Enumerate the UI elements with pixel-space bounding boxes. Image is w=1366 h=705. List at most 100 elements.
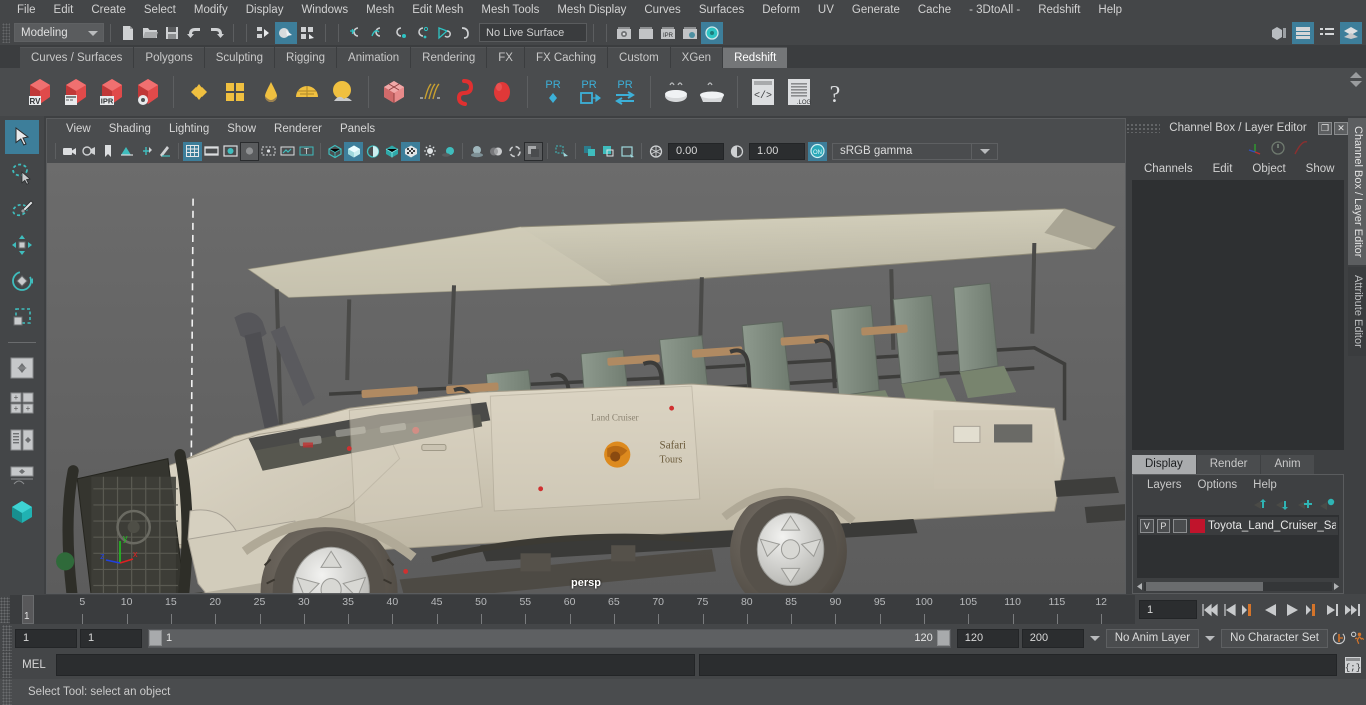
current-time-indicator[interactable]: 1 [22,595,34,624]
lasso-select-tool[interactable] [5,156,39,190]
channel-menu-object[interactable]: Object [1242,163,1295,175]
shelf-tab-fx-caching[interactable]: FX Caching [524,47,608,68]
range-end-field[interactable]: 120 [956,628,1019,648]
undo-icon[interactable] [183,22,205,44]
shelf-scroll-up-icon[interactable] [1350,72,1362,78]
show-hide-tool-settings-icon[interactable] [1316,22,1338,44]
command-output[interactable] [698,654,1337,676]
single-perspective-layout[interactable] [5,351,39,385]
menu-windows[interactable]: Windows [292,0,357,20]
menu-file[interactable]: File [8,0,45,20]
bookmark-icon[interactable] [98,142,117,161]
channel-box-content[interactable] [1132,180,1344,450]
go-to-end-icon[interactable] [1344,602,1362,618]
layer-list-scrollbar[interactable] [1133,580,1343,593]
redshift-material-blender-icon[interactable] [217,72,253,112]
render-current-frame-icon[interactable] [635,22,657,44]
show-hide-channel-box-icon[interactable] [1340,21,1362,44]
redshift-script-icon[interactable]: </> [745,72,781,112]
shelf-tab-rigging[interactable]: Rigging [275,47,337,68]
gamma-field[interactable]: 1.00 [749,142,805,160]
exposure-field[interactable]: 0.00 [668,142,724,160]
layer-tab-display[interactable]: Display [1132,455,1196,474]
select-tool[interactable] [5,120,39,154]
move-layer-up-icon[interactable] [1253,498,1269,511]
shelf-tab-rendering[interactable]: Rendering [411,47,487,68]
open-scene-icon[interactable] [139,22,161,44]
select-by-component-icon[interactable] [297,22,319,44]
redshift-material-icon[interactable] [181,72,217,112]
anim-layer-dropdown-arrow[interactable] [1087,629,1103,648]
redshift-hair-icon[interactable] [412,72,448,112]
paint-select-tool[interactable] [5,192,39,226]
show-hide-modeling-toolkit-icon[interactable] [1268,22,1290,44]
shadows-icon[interactable] [155,142,174,161]
resolution-gate-icon[interactable] [221,142,240,161]
redshift-light-icon[interactable] [253,72,289,112]
hypershade-layout[interactable] [5,495,39,529]
safe-action-icon[interactable] [278,142,297,161]
layer-menu-help[interactable]: Help [1245,479,1285,491]
use-all-lights-icon[interactable] [420,142,439,161]
shelf-scroll-buttons[interactable] [1350,72,1362,87]
redo-icon[interactable] [205,22,227,44]
snap-to-grid-icon[interactable] [345,22,367,44]
range-slider[interactable]: 1 120 [148,628,951,648]
menu-edit[interactable]: Edit [45,0,83,20]
select-by-object-icon[interactable] [275,21,297,44]
redshift-environment-icon[interactable] [325,72,361,112]
command-line-grip[interactable] [2,652,12,678]
menu-display[interactable]: Display [237,0,293,20]
menu-uv[interactable]: UV [809,0,843,20]
move-tool[interactable] [5,228,39,262]
viewport-menu-panels[interactable]: Panels [331,119,384,140]
menu-create[interactable]: Create [82,0,135,20]
color-management-select[interactable]: sRGB gamma [832,142,972,160]
layer-menu-layers[interactable]: Layers [1139,479,1190,491]
twosided-lighting-icon[interactable] [136,142,155,161]
use-default-material-icon[interactable] [382,142,401,161]
xray-joints-icon[interactable] [580,142,599,161]
redshift-dome-light-icon[interactable] [289,72,325,112]
step-back-frame-icon[interactable] [1241,602,1259,618]
color-management-dropdown-arrow[interactable] [972,142,998,160]
viewport-menu-view[interactable]: View [57,119,100,140]
toggle-display-icon[interactable] [701,21,723,44]
select-by-hierarchy-icon[interactable] [253,22,275,44]
smooth-shade-all-icon[interactable] [344,141,363,161]
new-layer-icon[interactable] [1297,498,1313,511]
command-input[interactable] [56,654,695,676]
snap-to-curve-icon[interactable] [367,22,389,44]
play-forwards-icon[interactable] [1283,602,1301,618]
redshift-help-icon[interactable]: ? [817,72,853,112]
animation-preferences-icon[interactable] [1350,629,1366,648]
menu-help[interactable]: Help [1089,0,1131,20]
snap-to-projected-center-icon[interactable] [411,22,433,44]
layer-name[interactable]: Toyota_Land_Cruiser_Saf [1208,520,1336,532]
xray-active-components-icon[interactable] [599,142,618,161]
animation-start-field[interactable]: 1 [15,628,77,648]
title-safe-icon[interactable]: T [297,142,316,161]
command-language-label[interactable]: MEL [12,659,56,671]
menu-select[interactable]: Select [135,0,185,20]
shelf-tab-redshift[interactable]: Redshift [723,47,788,68]
make-live-icon[interactable] [455,22,477,44]
grid-icon[interactable] [183,141,202,161]
persp-outliner-layout[interactable] [5,423,39,457]
character-set-select[interactable]: No Character Set [1221,628,1328,648]
menu-deform[interactable]: Deform [753,0,809,20]
gate-mask-icon[interactable] [240,141,259,161]
gamma-icon[interactable] [727,142,746,161]
redshift-render-view-icon[interactable]: RV [22,72,58,112]
anim-layer-select[interactable]: No Anim Layer [1105,628,1200,648]
isolate-select-icon[interactable] [618,142,637,161]
film-origin-icon[interactable] [259,142,278,161]
animation-end-field[interactable]: 200 [1021,628,1084,648]
shelf-tab-animation[interactable]: Animation [337,47,411,68]
scroll-track[interactable] [1144,582,1332,591]
step-back-keyframe-icon[interactable] [1222,602,1238,618]
snap-to-view-plane-icon[interactable] [433,22,455,44]
viewport-menu-show[interactable]: Show [218,119,265,140]
motion-blur-icon[interactable] [486,142,505,161]
menu-set-selector[interactable]: Modeling [14,23,104,42]
